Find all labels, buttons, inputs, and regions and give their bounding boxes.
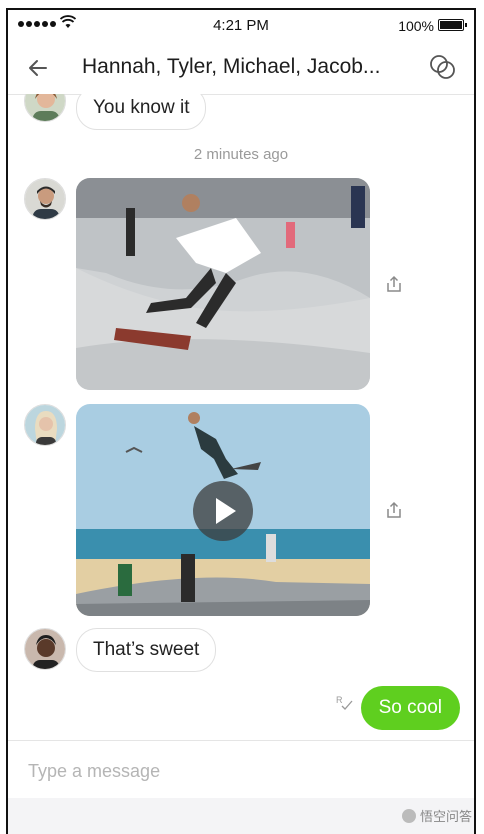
watermark-text: 悟空问答 (419, 809, 472, 824)
battery-percent: 100% (398, 18, 434, 34)
message-composer (8, 740, 474, 799)
share-icon[interactable] (384, 274, 404, 294)
message-input[interactable] (26, 757, 430, 785)
avatar[interactable] (24, 404, 66, 446)
message-bubble[interactable]: That’s sweet (76, 628, 217, 672)
message-list[interactable]: You know it 2 minutes ago That’s sweet R… (8, 94, 474, 740)
video-message[interactable] (76, 404, 370, 616)
status-bar: 4:21 PM 100% (8, 10, 474, 40)
avatar[interactable] (24, 178, 66, 220)
message-bubble[interactable]: You know it (76, 94, 207, 130)
group-circles-icon[interactable] (428, 52, 458, 82)
message-text: You know it (93, 97, 190, 118)
watermark-logo-icon (401, 808, 416, 823)
message-text: That’s sweet (93, 639, 200, 660)
chat-header: Hannah, Tyler, Michael, Jacob... (8, 40, 474, 95)
share-icon[interactable] (384, 500, 404, 520)
photo-message[interactable] (76, 178, 370, 390)
avatar[interactable] (24, 628, 66, 670)
phone-screen: 4:21 PM 100% Hannah, Tyler, Michael, Jac… (6, 8, 476, 834)
chat-title[interactable]: Hannah, Tyler, Michael, Jacob... (82, 55, 408, 79)
battery-icon (438, 19, 467, 31)
read-receipt-text: R (336, 695, 343, 705)
avatar[interactable] (24, 94, 66, 122)
read-receipt-icon: R (336, 695, 353, 710)
outgoing-message-bubble[interactable]: So cool (360, 686, 460, 730)
message-timestamp: 2 minutes ago (193, 146, 289, 163)
watermark: 悟空问答 (401, 806, 472, 825)
message-text: So cool (378, 697, 442, 718)
play-icon[interactable] (193, 481, 253, 541)
back-arrow-icon[interactable] (24, 54, 52, 82)
